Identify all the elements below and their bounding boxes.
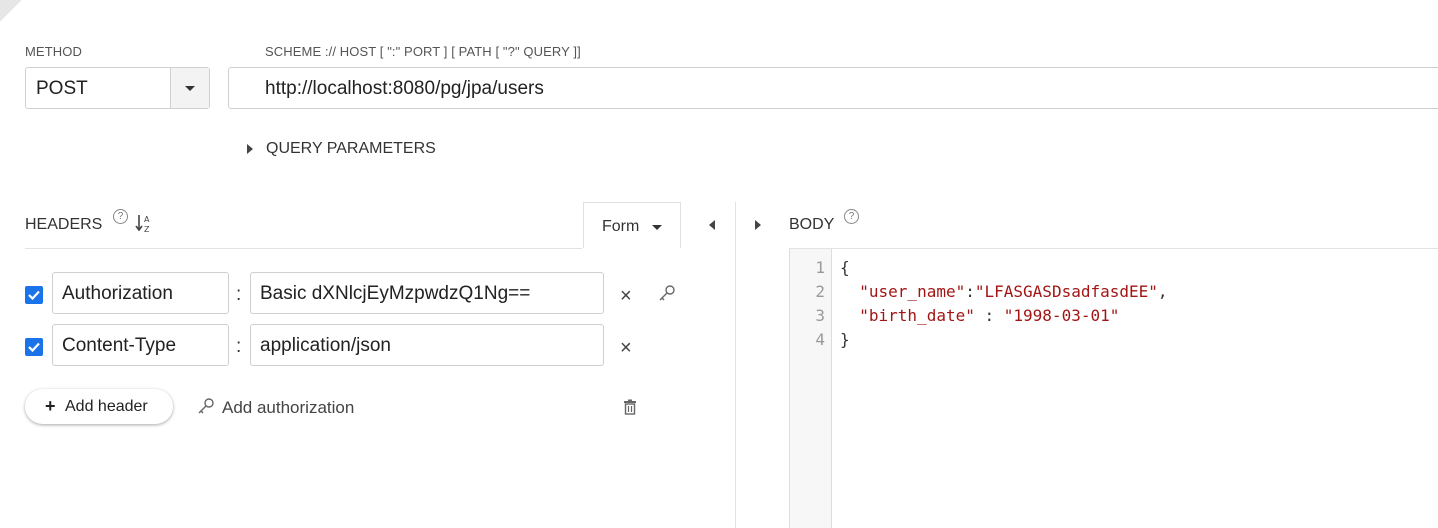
line-number: 3	[815, 306, 825, 325]
header-enabled-checkbox[interactable]	[25, 286, 43, 304]
json-value: "1998-03-01"	[1003, 306, 1120, 325]
json-key: "user_name"	[859, 282, 966, 301]
code-line: {	[840, 258, 850, 277]
method-dropdown-button[interactable]	[170, 68, 209, 108]
remove-header-icon[interactable]: ×	[620, 337, 632, 360]
form-mode-label: Form	[602, 218, 640, 235]
page-corner-fold	[0, 0, 22, 22]
body-title: BODY	[789, 216, 835, 233]
headers-divider	[25, 248, 582, 249]
form-mode-button[interactable]: Form	[583, 202, 681, 248]
collapse-left-icon[interactable]	[709, 220, 715, 230]
svg-text:Z: Z	[144, 225, 150, 234]
method-label: METHOD	[25, 44, 82, 59]
line-number: 4	[815, 330, 825, 349]
code-line: "birth_date" : "1998-03-01"	[859, 306, 1120, 325]
add-header-label: Add header	[65, 398, 148, 415]
remove-header-icon[interactable]: ×	[620, 285, 632, 308]
method-select[interactable]: POST	[25, 67, 210, 109]
url-label: SCHEME :// HOST [ ":" PORT ] [ PATH [ "?…	[265, 44, 581, 59]
line-number: 1	[815, 258, 825, 277]
caret-down-icon	[185, 86, 195, 91]
sort-az-icon[interactable]: A Z	[135, 213, 153, 235]
body-help-icon[interactable]: ?	[844, 209, 859, 224]
expand-right-icon[interactable]	[755, 220, 761, 230]
trash-icon[interactable]	[623, 399, 637, 415]
method-value: POST	[36, 78, 88, 99]
plus-icon: +	[45, 396, 56, 416]
add-authorization-label: Add authorization	[222, 398, 355, 417]
add-authorization-button[interactable]: Add authorization	[196, 396, 376, 420]
headers-help-icon[interactable]: ?	[113, 209, 128, 224]
svg-text:A: A	[144, 215, 150, 224]
url-value: http://localhost:8080/pg/jpa/users	[265, 78, 544, 99]
header-name-field[interactable]: Authorization	[52, 272, 229, 314]
caret-down-icon	[652, 225, 662, 230]
caret-right-icon	[247, 144, 253, 154]
header-separator: :	[236, 284, 242, 305]
json-value: "LFASGASDsadfasdEE"	[974, 282, 1158, 301]
headers-title: HEADERS	[25, 216, 103, 233]
header-separator: :	[236, 336, 242, 357]
key-icon	[196, 396, 216, 416]
line-number: 2	[815, 282, 825, 301]
header-name-field[interactable]: Content-Type	[52, 324, 229, 366]
key-icon[interactable]	[657, 283, 677, 303]
query-parameters-toggle[interactable]: QUERY PARAMETERS	[244, 137, 464, 161]
header-value-field[interactable]: Basic dXNlcjEyMzpwdzQ1Ng==	[250, 272, 604, 314]
json-key: "birth_date"	[859, 306, 975, 325]
url-input[interactable]: http://localhost:8080/pg/jpa/users	[228, 67, 1438, 109]
code-line: }	[840, 330, 850, 349]
query-parameters-label: QUERY PARAMETERS	[266, 140, 436, 157]
code-line: "user_name":"LFASGASDsadfasdEE",	[859, 282, 1168, 301]
header-value-field[interactable]: application/json	[250, 324, 604, 366]
header-enabled-checkbox[interactable]	[25, 338, 43, 356]
add-header-button[interactable]: + Add header	[25, 389, 173, 424]
line-number-gutter: 1 2 3 4	[789, 249, 832, 528]
body-editor[interactable]: { "user_name":"LFASGASDsadfasdEE", "birt…	[833, 249, 1438, 528]
panel-divider	[735, 202, 736, 528]
